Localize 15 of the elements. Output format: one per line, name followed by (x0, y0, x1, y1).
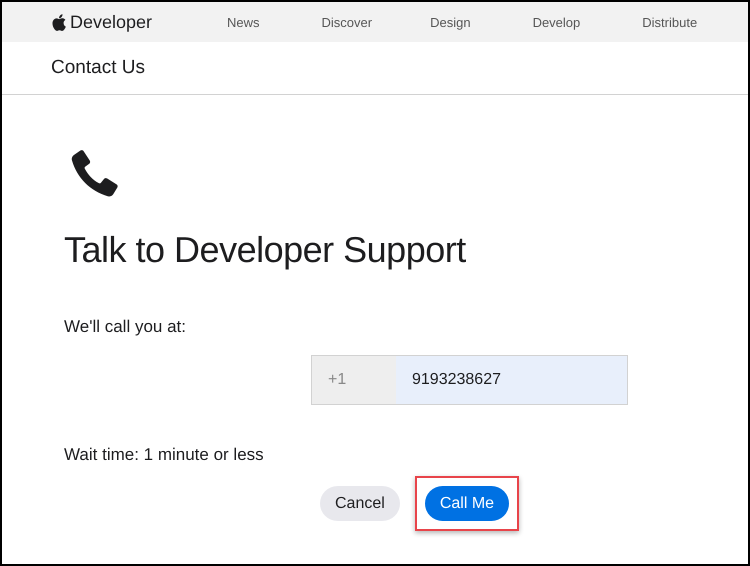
phone-field[interactable]: +1 9193238627 (311, 355, 628, 405)
nav-link[interactable]: Discover (322, 14, 372, 30)
call-label: We'll call you at: (64, 317, 187, 337)
country-code: +1 (312, 356, 396, 404)
wait-time: Wait time: 1 minute or less (64, 445, 265, 465)
heading: Talk to Developer Support (64, 229, 467, 271)
apple-logo-icon (52, 14, 66, 30)
brand-name[interactable]: Developer (70, 12, 152, 32)
action-button[interactable]: Cancel (320, 486, 400, 521)
nav-link[interactable]: Develop (532, 14, 580, 30)
page-title: Contact Us (51, 57, 145, 79)
nav-link[interactable]: Design (430, 14, 471, 30)
nav-link[interactable]: News (227, 14, 260, 30)
action-button[interactable]: Call Me (424, 486, 510, 521)
nav-link[interactable]: Distribute (642, 14, 698, 30)
